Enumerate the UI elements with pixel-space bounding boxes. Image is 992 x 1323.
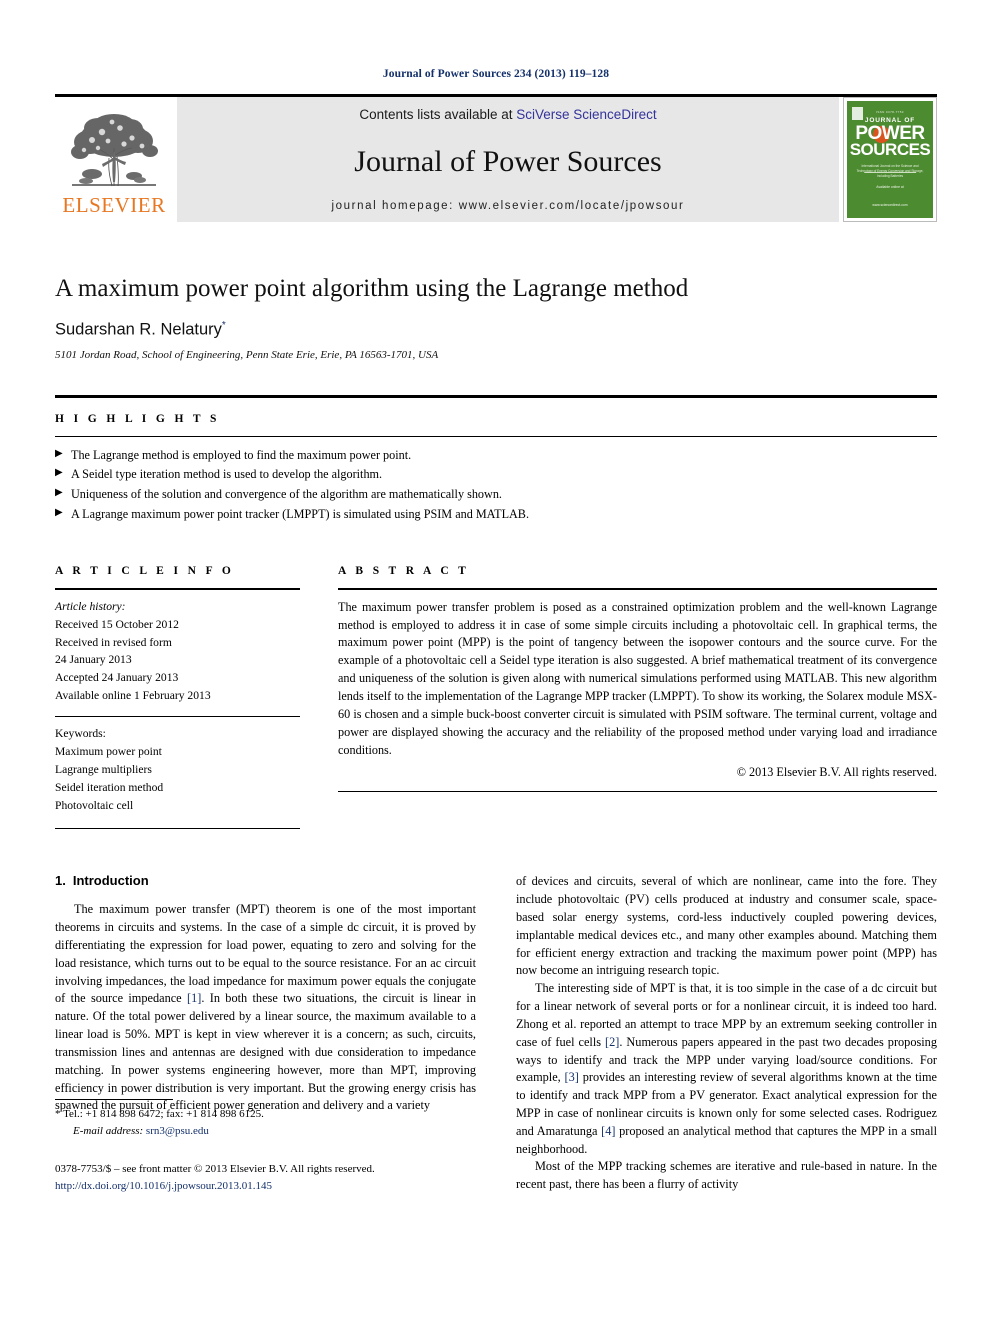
elsevier-wordmark: ELSEVIER <box>62 193 166 217</box>
email-label: E-mail address: <box>73 1124 144 1137</box>
article-page: Journal of Power Sources 234 (2013) 119–… <box>0 0 992 1323</box>
citation-link[interactable]: [2] <box>605 1035 619 1049</box>
highlight-text: A Seidel type iteration method is used t… <box>71 467 383 482</box>
highlights-list: ▶ The Lagrange method is employed to find… <box>55 437 937 525</box>
keyword-item: Seidel iteration method <box>55 781 164 795</box>
triangle-right-icon: ▶ <box>55 447 63 459</box>
highlights-heading-wrap: H I G H L I G H T S <box>55 398 937 436</box>
history-line: Received in revised form <box>55 635 172 649</box>
running-head: Journal of Power Sources 234 (2013) 119–… <box>382 68 610 80</box>
elsevier-logo: ELSEVIER <box>55 97 173 222</box>
keywords-label: Keywords: <box>55 727 106 741</box>
abstract-bottom-rule <box>338 791 937 792</box>
footnote-area: * Tel.: +1 814 898 6472; fax: +1 814 898… <box>55 1099 476 1194</box>
footnote-email: E-mail address: srn3@psu.edu <box>55 1123 476 1140</box>
contents-prefix: Contents lists available at <box>359 107 517 122</box>
history-line: Accepted 24 January 2013 <box>55 671 179 685</box>
article-info-heading: A R T I C L E I N F O <box>55 564 235 577</box>
citation-link[interactable]: [1] <box>187 991 201 1005</box>
keyword-item: Lagrange multipliers <box>55 763 152 777</box>
keyword-item: Photovoltaic cell <box>55 799 134 813</box>
footnote-rule <box>55 1099 173 1101</box>
article-history-label: Article history: <box>55 599 126 613</box>
keywords-block: Keywords: Maximum power point Lagrange m… <box>55 717 300 815</box>
history-line: Received 15 October 2012 <box>55 617 179 631</box>
highlight-text: A Lagrange maximum power point tracker (… <box>71 506 529 521</box>
history-line: Available online 1 February 2013 <box>55 689 211 703</box>
cover-footer-text: Available online at www.sciencedirect.co… <box>872 185 908 207</box>
contents-available-line: Contents lists available at SciVerse Sci… <box>359 107 656 122</box>
doi-link[interactable]: http://dx.doi.org/10.1016/j.jpowsour.201… <box>55 1178 476 1195</box>
list-item: ▶ The Lagrange method is employed to find… <box>55 446 937 466</box>
author-list: Sudarshan R. Nelatury* <box>55 320 937 340</box>
list-item: ▶ A Seidel type iteration method is used … <box>55 465 937 485</box>
paragraph: The interesting side of MPT is that, it … <box>516 981 937 1156</box>
article-info-bottom-rule <box>55 828 300 830</box>
section-number: 1. <box>55 873 66 889</box>
journal-masthead: ELSEVIER Contents lists available at Sci… <box>55 94 937 222</box>
page-title: A maximum power point algorithm using th… <box>55 275 689 302</box>
highlight-text: Uniqueness of the solution and convergen… <box>71 487 502 502</box>
cover-footer: Available online at www.sciencedirect.co… <box>864 172 916 211</box>
article-history-block: Article history: Received 15 October 201… <box>55 590 300 706</box>
abstract-column: A B S T R A C T The maximum power transf… <box>338 561 937 830</box>
paragraph: The maximum power transfer (MPT) theorem… <box>55 902 476 1113</box>
section-heading-introduction: 1. Introduction <box>55 873 476 888</box>
citation-link[interactable]: [4] <box>601 1124 615 1138</box>
triangle-right-icon: ▶ <box>55 506 63 518</box>
keyword-item: Maximum power point <box>55 745 162 759</box>
title-block: A maximum power point algorithm using th… <box>55 274 937 361</box>
journal-cover-art: ISSN 0378-7753 JOURNAL OF POWER SOURCES … <box>847 101 933 218</box>
triangle-right-icon: ▶ <box>55 467 63 479</box>
abstract-copyright: © 2013 Elsevier B.V. All rights reserved… <box>736 765 937 779</box>
abstract-heading-wrap: A B S T R A C T <box>338 561 937 588</box>
body-right-column: of devices and circuits, several of whic… <box>516 873 937 1194</box>
body-left-column: 1. Introduction The maximum power transfe… <box>55 873 476 1194</box>
affiliation: 5101 Jordan Road, School of Engineering,… <box>55 348 439 361</box>
cover-issn: ISSN 0378-7753 <box>876 110 904 114</box>
footnote-contact: * Tel.: +1 814 898 6472; fax: +1 814 898… <box>55 1106 476 1123</box>
history-line: 24 January 2013 <box>55 653 132 667</box>
cover-elsevier-icon <box>852 107 863 120</box>
highlight-text: The Lagrange method is employed to find … <box>71 447 412 462</box>
list-item: ▶ Uniqueness of the solution and converge… <box>55 485 937 505</box>
journal-cover-thumbnail[interactable]: ISSN 0378-7753 JOURNAL OF POWER SOURCES … <box>843 97 937 222</box>
footnote-contact-text: Tel.: +1 814 898 6472; fax: +1 814 898 6… <box>63 1108 264 1121</box>
abstract-text: The maximum power transfer problem is po… <box>338 599 937 758</box>
body-columns: 1. Introduction The maximum power transfe… <box>55 873 937 1194</box>
issn-block: 0378-7753/$ – see front matter © 2013 El… <box>55 1161 476 1194</box>
list-item: ▶ A Lagrange maximum power point tracker … <box>55 505 937 525</box>
article-info-column: A R T I C L E I N F O Article history: R… <box>55 561 300 830</box>
article-info-heading-wrap: A R T I C L E I N F O <box>55 561 300 588</box>
citation-link[interactable]: [3] <box>565 1070 579 1084</box>
corresponding-author-marker: * <box>221 320 226 331</box>
journal-title: Journal of Power Sources <box>354 145 662 178</box>
footnote-marker: * <box>55 1108 61 1121</box>
journal-homepage-link[interactable]: journal homepage: www.elsevier.com/locat… <box>332 200 685 212</box>
triangle-right-icon: ▶ <box>55 487 63 499</box>
elsevier-tree-icon <box>62 108 166 194</box>
email-link[interactable]: srn3@psu.edu <box>146 1125 209 1137</box>
paragraph: Most of the MPP tracking schemes are ite… <box>516 1159 937 1192</box>
masthead-center-panel: Contents lists available at SciVerse Sci… <box>177 97 839 222</box>
cover-word-sources: SOURCES <box>849 140 931 160</box>
sciencedirect-link[interactable]: SciVerse ScienceDirect <box>516 107 656 122</box>
highlights-section: H I G H L I G H T S ▶ The Lagrange method… <box>55 394 937 525</box>
paragraph: of devices and circuits, several of whic… <box>516 874 937 978</box>
highlights-heading: H I G H L I G H T S <box>55 412 220 425</box>
abstract-heading: A B S T R A C T <box>338 564 470 577</box>
section-title-text: Introduction <box>72 873 149 889</box>
issn-line: 0378-7753/$ – see front matter © 2013 El… <box>55 1163 375 1176</box>
author-name: Sudarshan R. Nelatury <box>55 320 222 339</box>
info-abstract-section: A R T I C L E I N F O Article history: R… <box>55 561 937 830</box>
